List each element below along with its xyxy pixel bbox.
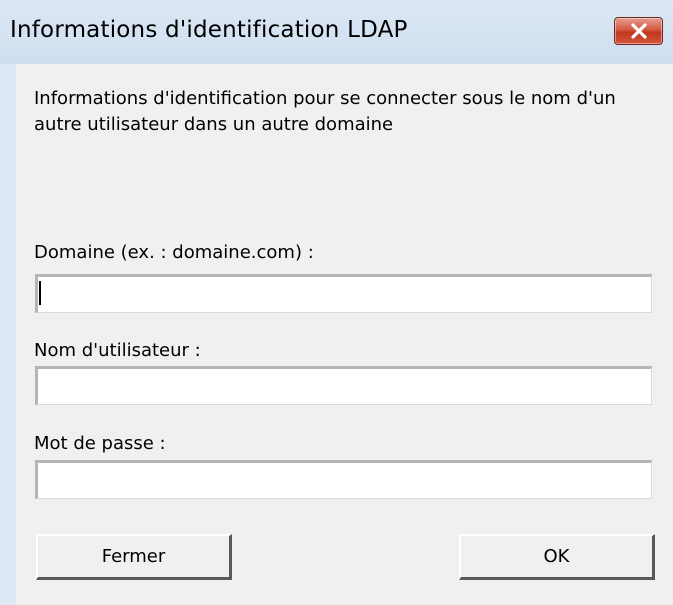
username-input[interactable] xyxy=(35,366,652,405)
window-title: Informations d'identification LDAP xyxy=(10,17,408,43)
text-caret xyxy=(39,281,41,305)
close-dialog-button[interactable]: Fermer xyxy=(36,534,232,580)
ok-button[interactable]: OK xyxy=(459,534,655,580)
close-icon xyxy=(630,23,647,39)
domain-input[interactable] xyxy=(35,274,652,313)
dialog-description: Informations d'identification pour se co… xyxy=(34,88,616,135)
title-bar[interactable]: Informations d'identification LDAP xyxy=(0,0,673,64)
dialog-window: Informations d'identification LDAP Infor… xyxy=(0,0,673,605)
username-label: Nom d'utilisateur : xyxy=(34,340,201,361)
password-label: Mot de passe : xyxy=(34,433,166,454)
password-input[interactable] xyxy=(35,460,652,499)
dialog-body: Informations d'identification pour se co… xyxy=(16,64,673,605)
close-button[interactable] xyxy=(614,17,663,45)
domain-label: Domaine (ex. : domaine.com) : xyxy=(34,242,314,263)
